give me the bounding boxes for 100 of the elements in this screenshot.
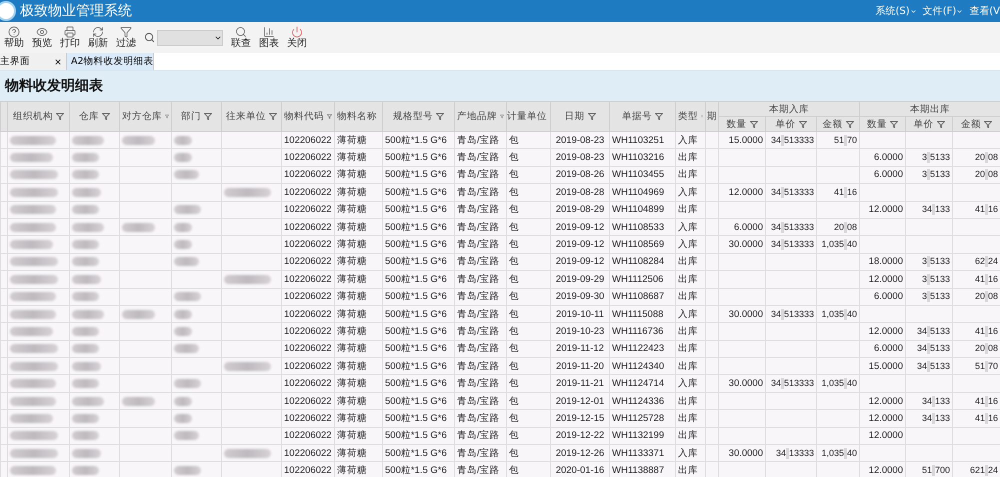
toolbar-button[interactable]: 打印 <box>56 26 84 50</box>
column-header[interactable]: 规格型号 <box>382 102 454 132</box>
number-fragment: 133 <box>934 396 950 406</box>
table-cell: 青岛/宝路 <box>454 184 506 202</box>
column-header[interactable]: 类型 <box>676 102 706 132</box>
blurred-block <box>174 310 192 319</box>
table-cell: WH1122423 <box>610 340 676 358</box>
column-header[interactable]: 对方仓库 <box>120 102 172 132</box>
report-title: 物料收发明细表 <box>5 77 103 95</box>
number-fragment: 3 <box>922 152 927 162</box>
redaction-mark <box>984 396 988 407</box>
table-cell: 102206022 <box>282 184 334 202</box>
filter-icon[interactable] <box>798 120 806 128</box>
column-header[interactable]: 单价 <box>906 116 952 132</box>
column-header[interactable]: 单据号 <box>610 102 676 132</box>
toolbar-button[interactable]: 帮助 <box>0 26 28 50</box>
filter-icon[interactable] <box>269 113 277 120</box>
toolbar-button[interactable]: 过滤 <box>112 26 140 50</box>
redaction-mark <box>844 448 847 459</box>
tab[interactable]: A2物料收发明细表 <box>67 53 154 70</box>
filter-icon[interactable] <box>984 120 992 128</box>
column-header[interactable]: 往来单位 <box>222 102 282 132</box>
number-fragment: 3 <box>922 291 927 302</box>
column-header[interactable]: 日期 <box>550 102 610 132</box>
column-header[interactable]: 金额 <box>816 116 860 132</box>
table-cell: 青岛/宝路 <box>454 392 506 410</box>
filter-icon[interactable] <box>588 113 596 120</box>
table-cell: 6.0000 <box>860 340 906 358</box>
table-cell: WH1108687 <box>610 288 676 306</box>
blurred-block <box>122 396 155 406</box>
table-cell: 102206022 <box>282 462 334 477</box>
column-header[interactable]: 期 <box>706 102 718 132</box>
number-fragment: 3 <box>922 256 927 266</box>
blurred-block <box>72 431 99 440</box>
column-header[interactable]: 计量单位 <box>506 102 550 132</box>
filter-icon[interactable] <box>655 113 663 120</box>
blurred-block <box>72 326 99 336</box>
menu-item[interactable]: 文件(F) <box>922 4 964 18</box>
table-cell: 500粒*1.5 G*6 <box>382 410 454 428</box>
table-cell: 包 <box>506 184 550 202</box>
table-cell: 包 <box>506 288 550 306</box>
column-header[interactable]: 部门 <box>172 102 222 132</box>
table-cell: 30.0000 <box>718 444 766 462</box>
redaction-mark <box>984 343 988 354</box>
number-fragment: 24 <box>988 256 998 266</box>
filter-icon[interactable] <box>936 120 944 128</box>
filter-icon[interactable] <box>500 113 504 120</box>
number-fragment: 513333 <box>784 134 814 145</box>
close-icon[interactable] <box>54 58 62 66</box>
menu-item[interactable]: 系统(S) <box>876 4 917 18</box>
table-cell: 薄荷糖 <box>334 374 382 392</box>
filter-icon[interactable] <box>327 113 332 120</box>
column-header[interactable]: 物料代码 <box>282 102 334 132</box>
number-fragment: 34 <box>770 378 781 388</box>
filter-icon[interactable] <box>204 113 212 120</box>
filter-icon[interactable] <box>750 120 758 128</box>
toolbar-button[interactable]: 联查 <box>227 26 255 50</box>
column-header[interactable]: 组织机构 <box>8 102 70 132</box>
filter-icon <box>120 26 132 38</box>
table-cell: 15.0000 <box>718 132 766 149</box>
table-cell: 青岛/宝路 <box>454 288 506 306</box>
blurred-block <box>72 414 99 423</box>
column-header[interactable]: 数量 <box>718 116 766 132</box>
filter-icon[interactable] <box>890 120 898 128</box>
redaction-mark <box>780 239 784 250</box>
filter-icon[interactable] <box>56 113 64 120</box>
column-header[interactable]: 仓库 <box>70 102 120 132</box>
tab[interactable]: 主界面 <box>0 53 67 70</box>
number-fragment: 5133 <box>930 291 950 302</box>
table-cell: 500粒*1.5 G*6 <box>382 462 454 477</box>
toolbar-button[interactable]: 关闭 <box>283 26 311 50</box>
blurred-block <box>174 240 192 250</box>
blurred-block <box>10 240 53 250</box>
filter-icon[interactable] <box>436 113 444 120</box>
column-header[interactable]: 单价 <box>766 116 816 132</box>
column-header[interactable]: 金额 <box>952 116 1000 132</box>
table-cell: 出库 <box>676 288 706 306</box>
toolbar-button[interactable]: 图表 <box>255 26 283 50</box>
number-fragment: 34 <box>922 204 932 214</box>
number-fragment: 1,035 <box>821 239 844 250</box>
redaction-mark <box>984 360 988 372</box>
toolbar-button[interactable]: 预览 <box>28 26 56 50</box>
filter-icon[interactable] <box>846 120 854 128</box>
filter-icon[interactable] <box>165 113 169 120</box>
menu-item[interactable]: 查看(V <box>969 4 1000 18</box>
blurred-block <box>10 310 56 319</box>
table-cell: 102206022 <box>282 270 334 288</box>
filter-icon[interactable] <box>102 113 110 120</box>
table-cell: 出库 <box>676 270 706 288</box>
toolbar-button[interactable]: 刷新 <box>84 26 112 50</box>
redaction-mark <box>780 308 784 320</box>
column-header[interactable]: 数量 <box>860 116 906 132</box>
blurred-block <box>174 431 199 440</box>
table-cell: 500粒*1.5 G*6 <box>382 236 454 254</box>
number-fragment: 51 <box>922 465 932 476</box>
redaction-mark <box>984 274 988 285</box>
table-cell: 2019-12-01 <box>550 392 610 410</box>
table-cell: 500粒*1.5 G*6 <box>382 288 454 306</box>
column-header[interactable]: 物料名称 <box>334 102 382 132</box>
column-header[interactable]: 产地品牌 <box>454 102 506 132</box>
